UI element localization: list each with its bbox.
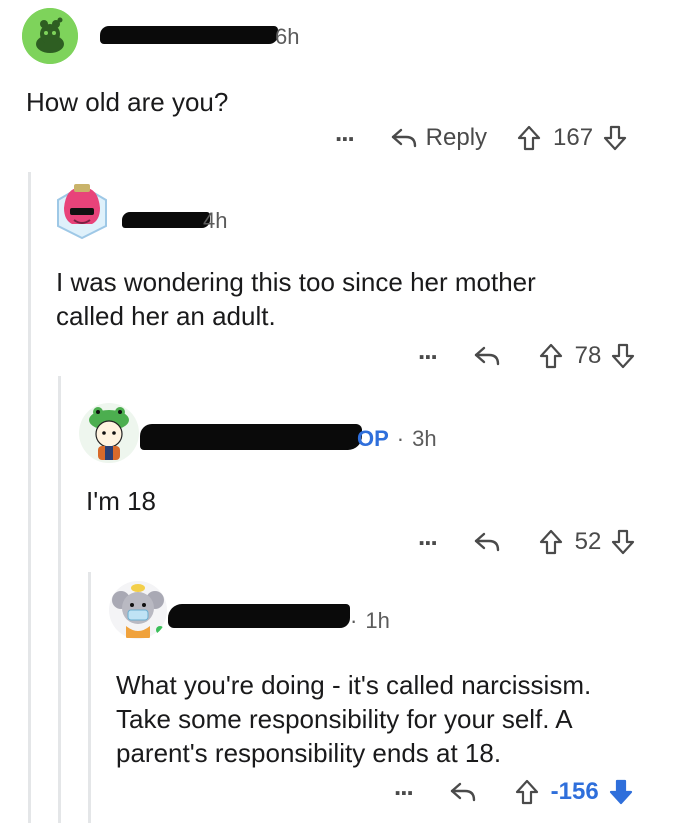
thread-line-3[interactable] (88, 572, 91, 823)
more-options-button[interactable]: ... (418, 337, 438, 363)
comment-actions: ... 78 (418, 337, 636, 370)
comment-meta: 6h (275, 24, 299, 50)
pink-hair-avatar-icon (57, 184, 107, 240)
comment-body: I'm 18 (86, 486, 156, 516)
vote-controls: 78 (539, 342, 636, 370)
avatar-pink-hair[interactable] (52, 180, 112, 240)
reply-arrow-icon (450, 782, 475, 802)
vote-controls: -156 (515, 778, 633, 806)
snoo-icon (22, 8, 78, 64)
frog-hat-avatar-icon (79, 403, 139, 463)
koala-mask-avatar-icon (109, 581, 167, 639)
redacted-username (100, 26, 278, 44)
vote-score: 78 (574, 342, 602, 369)
comment-age: 6h (275, 24, 300, 49)
more-options-button[interactable]: ... (394, 773, 414, 799)
downvote-icon[interactable] (611, 529, 635, 555)
avatar-koala-mask[interactable] (108, 580, 168, 640)
comment-meta: OP · 3h (357, 426, 437, 452)
redacted-username (168, 604, 350, 628)
vote-score: 52 (574, 528, 602, 555)
reply-button[interactable] (473, 530, 509, 554)
vote-score: -156 (550, 778, 599, 805)
reply-button[interactable]: Reply (390, 124, 487, 152)
reply-label: Reply (425, 124, 488, 151)
redacted-username (122, 212, 210, 228)
comment-actions: ... 52 (418, 523, 636, 556)
comment-actions: ... Reply 167 (335, 119, 627, 152)
op-badge: OP (357, 426, 389, 451)
comment-age: 3h (412, 426, 437, 451)
upvote-icon[interactable] (539, 529, 563, 555)
meta-separator: · (396, 426, 405, 451)
downvote-icon[interactable] (603, 125, 627, 151)
comment-age: 4h (203, 208, 228, 233)
comment-age: 1h (365, 608, 390, 633)
more-options-button[interactable]: ... (335, 119, 355, 145)
vote-controls: 52 (539, 528, 636, 556)
meta-separator: · (350, 608, 358, 633)
avatar-frog-hat[interactable] (78, 402, 140, 464)
reply-button[interactable] (473, 344, 509, 368)
comment-meta: 4h (203, 208, 227, 234)
thread-line-1[interactable] (28, 172, 31, 823)
comment-meta: · 1h (350, 608, 390, 634)
upvote-icon[interactable] (539, 343, 563, 369)
reply-arrow-icon (474, 346, 499, 366)
reply-arrow-icon (474, 532, 499, 552)
comment-body: I was wondering this too since her mothe… (56, 267, 536, 331)
downvote-active-icon[interactable] (609, 779, 633, 805)
vote-score: 167 (553, 124, 594, 151)
upvote-icon[interactable] (515, 779, 539, 805)
comment-body: What you're doing - it's called narcissi… (116, 670, 592, 768)
upvote-icon[interactable] (517, 125, 541, 151)
redacted-username (140, 424, 362, 450)
reply-arrow-icon (391, 128, 416, 148)
downvote-icon[interactable] (611, 343, 635, 369)
more-options-button[interactable]: ... (418, 523, 438, 549)
reply-button[interactable] (449, 780, 485, 804)
avatar-snoo[interactable] (22, 8, 78, 64)
comment-actions: ... -156 (394, 773, 633, 806)
vote-controls: 167 (517, 124, 627, 152)
comment-body: How old are you? (26, 87, 229, 117)
thread-line-2[interactable] (58, 376, 61, 823)
